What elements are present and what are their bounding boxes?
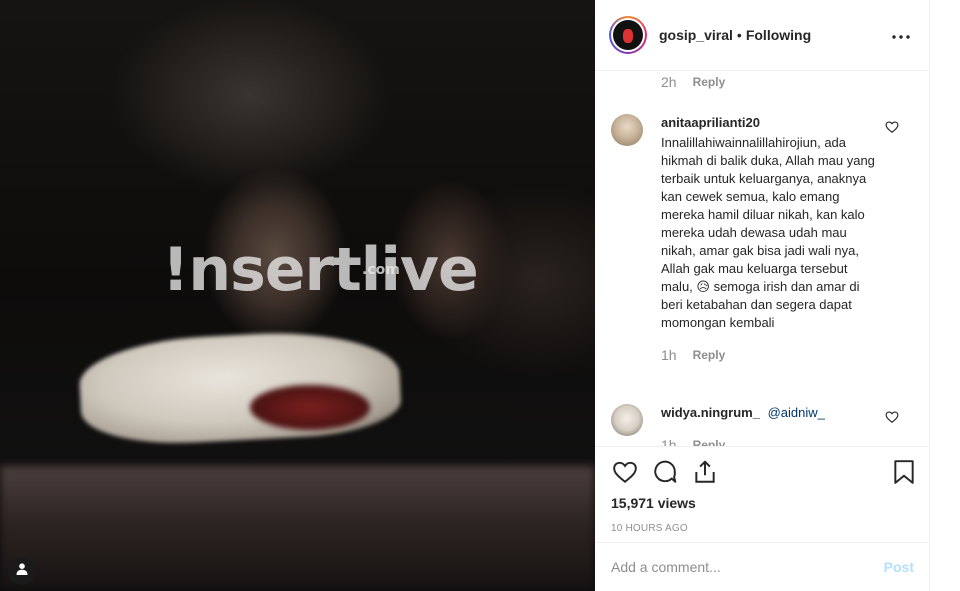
watermark-suffix: .com bbox=[362, 262, 400, 278]
commenter-username[interactable]: widya.ningrum_ bbox=[661, 405, 760, 420]
comment-time: 1h bbox=[661, 437, 677, 446]
previous-comment-meta: 2h Reply bbox=[661, 74, 725, 90]
comment-item: anitaaprilianti20 Innalillahiwainnalilla… bbox=[611, 114, 911, 364]
comment-meta: 1h Reply bbox=[661, 346, 876, 364]
heart-icon[interactable] bbox=[611, 458, 639, 486]
comment-time: 2h bbox=[661, 74, 677, 90]
comment-input[interactable] bbox=[611, 559, 884, 575]
reply-button[interactable]: Reply bbox=[693, 75, 726, 89]
person-icon bbox=[15, 562, 29, 581]
comment-time: 1h bbox=[661, 347, 677, 363]
comment-meta: 1h Reply bbox=[661, 436, 876, 446]
more-options-button[interactable] bbox=[889, 23, 913, 47]
blurred-foreground bbox=[0, 466, 595, 591]
post-panel: gosip_viral • Following 2h Reply anitaap… bbox=[595, 0, 930, 591]
post-header: gosip_viral • Following bbox=[595, 0, 929, 71]
comments-list[interactable]: 2h Reply anitaaprilianti20 Innalillahiwa… bbox=[595, 71, 930, 446]
post-video[interactable]: !nsertlive .com bbox=[0, 0, 595, 591]
share-icon[interactable] bbox=[691, 458, 719, 486]
view-count[interactable]: 15,971 views bbox=[611, 495, 914, 511]
post-actions: 15,971 views 10 HOURS AGO bbox=[595, 446, 930, 542]
author-avatar[interactable] bbox=[609, 16, 647, 54]
post-button[interactable]: Post bbox=[884, 559, 914, 575]
right-gutter bbox=[930, 0, 960, 591]
commenter-username[interactable]: anitaaprilianti20 bbox=[661, 114, 876, 132]
reply-button[interactable]: Reply bbox=[693, 436, 726, 446]
commenter-avatar[interactable] bbox=[611, 404, 643, 436]
comment-text: Innalillahiwainnalillahirojiun, ada hikm… bbox=[661, 135, 875, 330]
heart-icon[interactable] bbox=[885, 410, 899, 424]
header-separator: • bbox=[736, 27, 742, 43]
post-timestamp[interactable]: 10 HOURS AGO bbox=[611, 523, 914, 534]
watermark: !nsertlive .com bbox=[162, 235, 479, 305]
user-tag-button[interactable] bbox=[8, 557, 36, 585]
red-cloth bbox=[250, 385, 370, 430]
commenter-avatar[interactable] bbox=[611, 114, 643, 146]
mention-link[interactable]: @aidniw_ bbox=[768, 405, 825, 420]
author-username[interactable]: gosip_viral bbox=[659, 27, 733, 43]
add-comment-bar: Post bbox=[595, 542, 930, 591]
follow-status-button[interactable]: Following bbox=[746, 27, 811, 43]
more-horizontal-icon bbox=[892, 26, 910, 44]
watermark-text: !nsertlive bbox=[162, 235, 479, 305]
comment-item: widya.ningrum_ @aidniw_ 1h Reply bbox=[611, 404, 911, 446]
comment-icon[interactable] bbox=[651, 458, 679, 486]
reply-button[interactable]: Reply bbox=[693, 346, 726, 364]
heart-icon[interactable] bbox=[885, 120, 899, 134]
bookmark-icon[interactable] bbox=[890, 458, 918, 486]
